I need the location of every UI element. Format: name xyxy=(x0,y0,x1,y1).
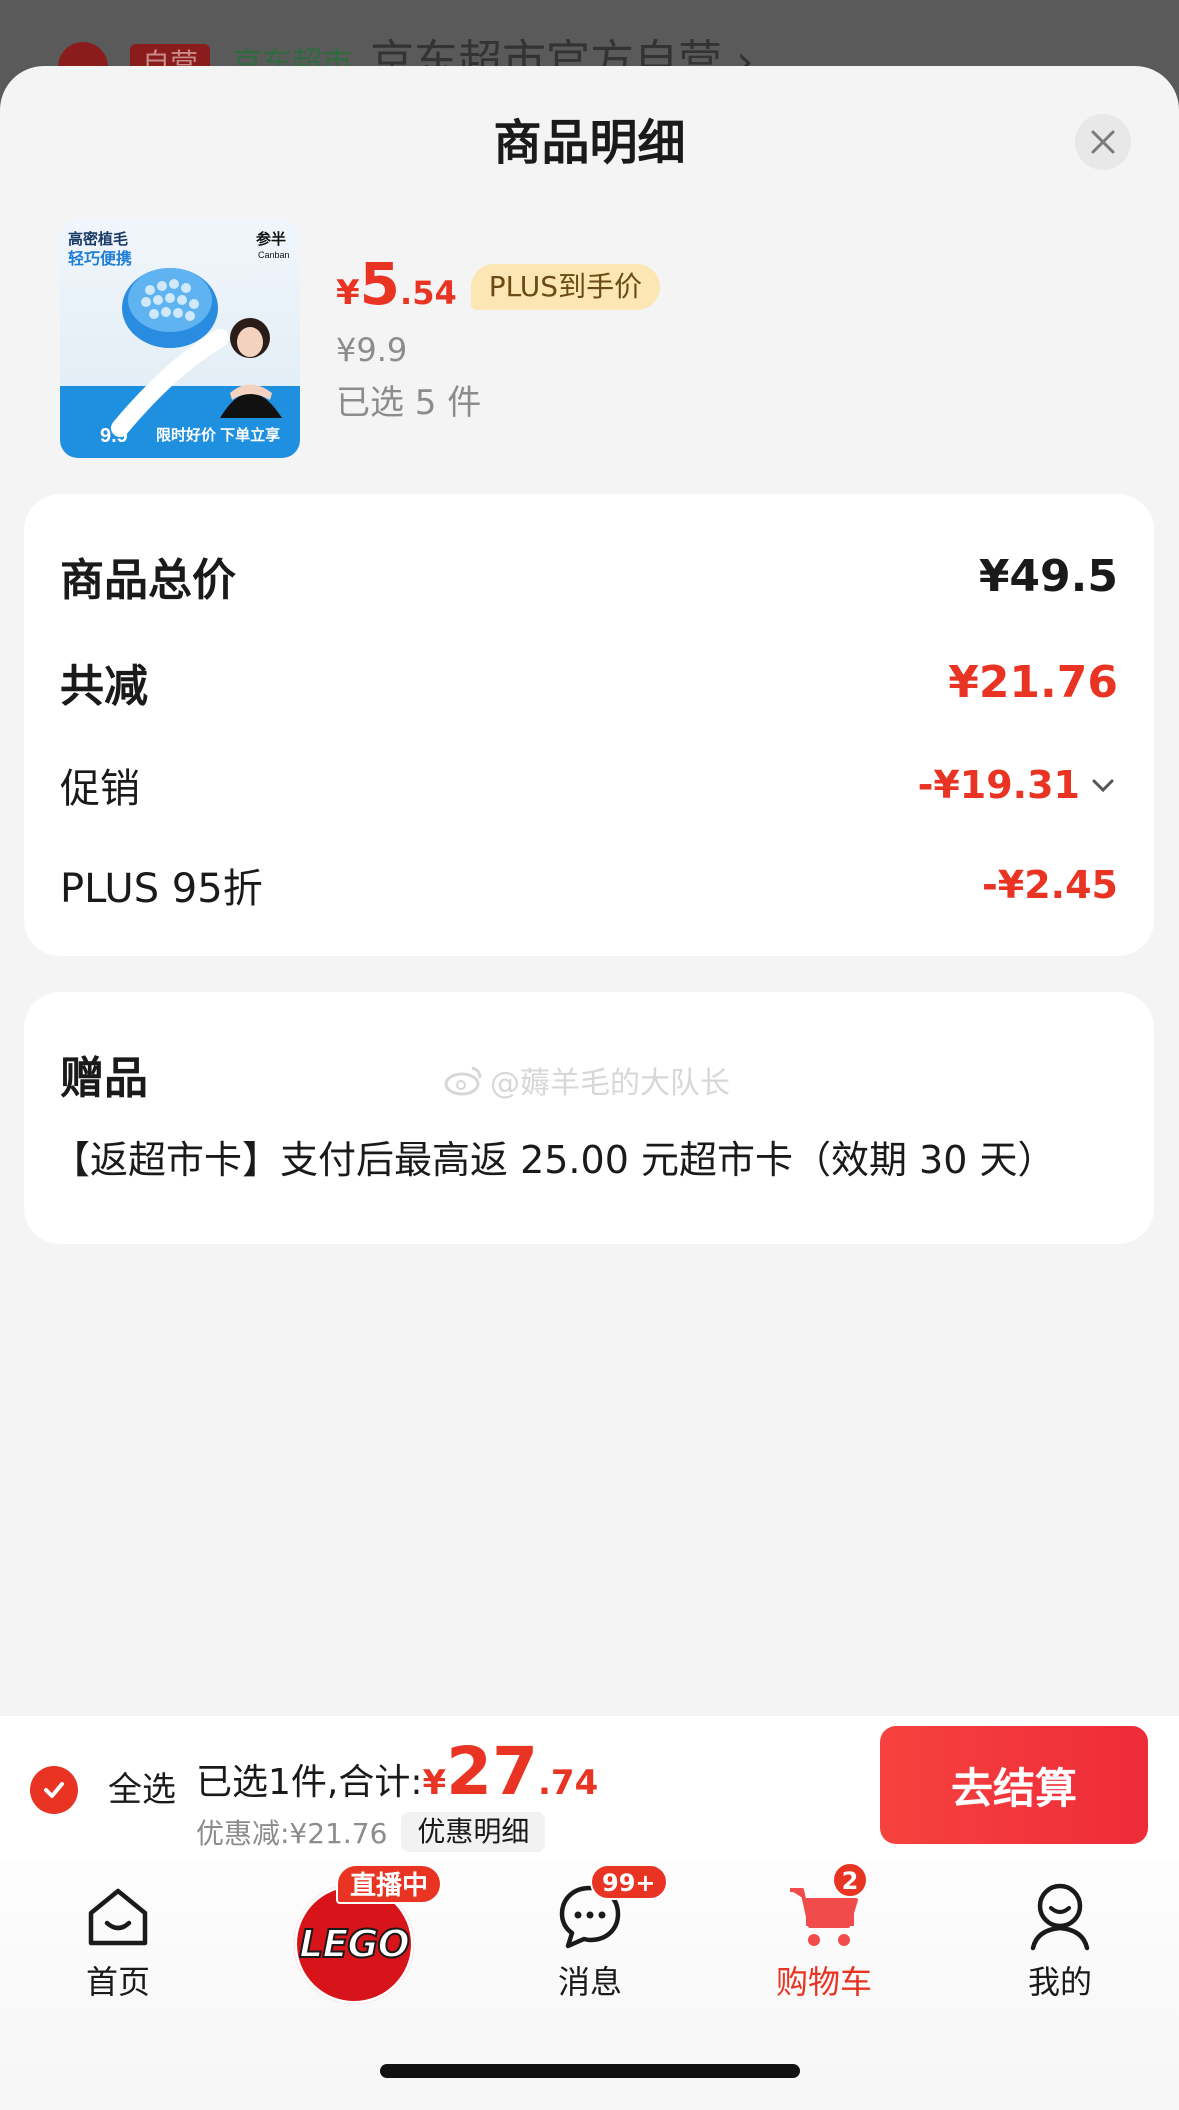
checkout-total-integer: 27 xyxy=(446,1733,539,1810)
total-reduction-row: 共减 ¥21.76 xyxy=(60,650,1118,714)
cart-badge: 2 xyxy=(832,1862,868,1898)
total-reduction-value: ¥21.76 xyxy=(948,656,1118,708)
gift-description: 【返超市卡】支付后最高返 25.00 元超市卡（效期 30 天） xyxy=(52,1138,1056,1182)
promotion-row[interactable]: 促销 -¥19.31 xyxy=(60,756,1118,814)
plus-discount-value: -¥2.45 xyxy=(982,863,1118,907)
svg-text:参半: 参半 xyxy=(256,230,286,248)
tab-cart-label: 购物车 xyxy=(775,1963,872,2001)
live-badge: 直播中 xyxy=(336,1864,443,1904)
svg-text:高密植毛: 高密植毛 xyxy=(68,230,128,248)
plus-price-badge: PLUS到手价 xyxy=(470,264,661,310)
plus-discount-row: PLUS 95折 -¥2.45 xyxy=(60,856,1118,914)
discount-amount: 优惠减:¥21.76 xyxy=(196,1817,388,1850)
cart-icon: 2 xyxy=(784,1862,868,1956)
sheet-title: 商品明细 xyxy=(493,115,686,171)
total-price-row: 商品总价 ¥49.5 xyxy=(60,544,1118,608)
tab-me[interactable]: 我的 xyxy=(970,1876,1150,2016)
promotion-value-wrap: -¥19.31 xyxy=(918,763,1118,807)
tab-live-lego[interactable]: LEGO 直播中 xyxy=(292,1864,443,2010)
close-icon xyxy=(1091,130,1115,154)
lego-logo-text: LEGO xyxy=(298,1921,411,1967)
checkmark-icon xyxy=(44,1782,64,1798)
plus-discount-label: PLUS 95折 xyxy=(60,866,263,912)
svg-text:限时好价 下单立享: 限时好价 下单立享 xyxy=(156,426,280,444)
select-all-label[interactable]: 全选 xyxy=(108,1766,176,1814)
messages-badge: 99+ xyxy=(590,1864,668,1900)
watermark: @薅羊毛的大队长 xyxy=(444,1058,730,1102)
tab-home[interactable]: 首页 xyxy=(28,1876,208,2016)
checkout-total-label: 已选1件,合计: xyxy=(196,1762,423,1803)
home-icon xyxy=(78,1876,158,1956)
weibo-icon xyxy=(444,1066,482,1096)
discount-line: 优惠减:¥21.76 优惠明细 xyxy=(196,1812,546,1852)
svg-text:Canban: Canban xyxy=(258,250,290,260)
checkout-button[interactable]: 去结算 xyxy=(880,1726,1148,1844)
tab-messages-label: 消息 xyxy=(557,1963,622,2001)
svg-text:轻巧便携: 轻巧便携 xyxy=(68,249,132,268)
total-reduction-label: 共减 xyxy=(60,661,148,712)
promotion-value: -¥19.31 xyxy=(917,763,1080,807)
watermark-text: @薅羊毛的大队长 xyxy=(490,1066,730,1101)
checkout-bar: 全选 已选1件,合计: ¥ 27 .74 优惠减:¥21.76 优惠明细 去结算 xyxy=(0,1716,1179,1860)
gift-title: 赠品 xyxy=(60,1053,148,1104)
price-summary-card: 商品总价 ¥49.5 共减 ¥21.76 促销 -¥19.31 PLUS 95折… xyxy=(24,494,1154,956)
bottom-tab-bar: 首页 LEGO 直播中 99+ 消息 2 购物车 我的 xyxy=(0,1860,1179,2110)
tab-home-label: 首页 xyxy=(85,1963,150,2001)
gift-card: 赠品 @薅羊毛的大队长 【返超市卡】支付后最高返 25.00 元超市卡（效期 3… xyxy=(24,992,1154,1244)
checkout-total: 已选1件,合计: ¥ 27 .74 xyxy=(196,1736,598,1816)
price-integer: 5 xyxy=(359,250,401,318)
total-price-value: ¥49.5 xyxy=(978,550,1118,602)
product-thumbnail[interactable]: 高密植毛 轻巧便携 参半 Canban 9.9 限时好价 下单立享 xyxy=(60,218,300,458)
tab-me-label: 我的 xyxy=(1027,1963,1092,2001)
user-icon xyxy=(1020,1876,1100,1956)
chevron-down-icon xyxy=(1092,779,1114,793)
checkout-total-currency: ¥ xyxy=(422,1763,447,1803)
home-indicator xyxy=(380,2064,800,2078)
toothbrush-product-image: 高密植毛 轻巧便携 参半 Canban 9.9 限时好价 下单立享 xyxy=(68,230,290,447)
original-price: ¥9.9 xyxy=(336,331,408,369)
discount-detail-button[interactable]: 优惠明细 xyxy=(401,1812,546,1852)
price-decimal: .54 xyxy=(400,274,457,312)
product-info: ¥ 5 .54 PLUS到手价 ¥9.9 已选 5 件 xyxy=(336,250,661,426)
message-icon: 99+ xyxy=(550,1864,668,1956)
selected-quantity: 已选 5 件 xyxy=(336,383,482,423)
plus-price: ¥ 5 .54 PLUS到手价 xyxy=(336,250,661,322)
select-all-checkbox[interactable] xyxy=(30,1766,78,1814)
close-button[interactable] xyxy=(1075,114,1131,170)
checkout-total-decimal: .74 xyxy=(538,1763,599,1803)
promotion-label: 促销 xyxy=(60,766,140,812)
price-currency: ¥ xyxy=(336,273,360,313)
svg-text:9.9: 9.9 xyxy=(100,425,128,447)
total-price-label: 商品总价 xyxy=(60,555,236,606)
tab-messages[interactable]: 99+ 消息 xyxy=(500,1864,680,2016)
tab-cart[interactable]: 2 购物车 xyxy=(734,1862,914,2016)
